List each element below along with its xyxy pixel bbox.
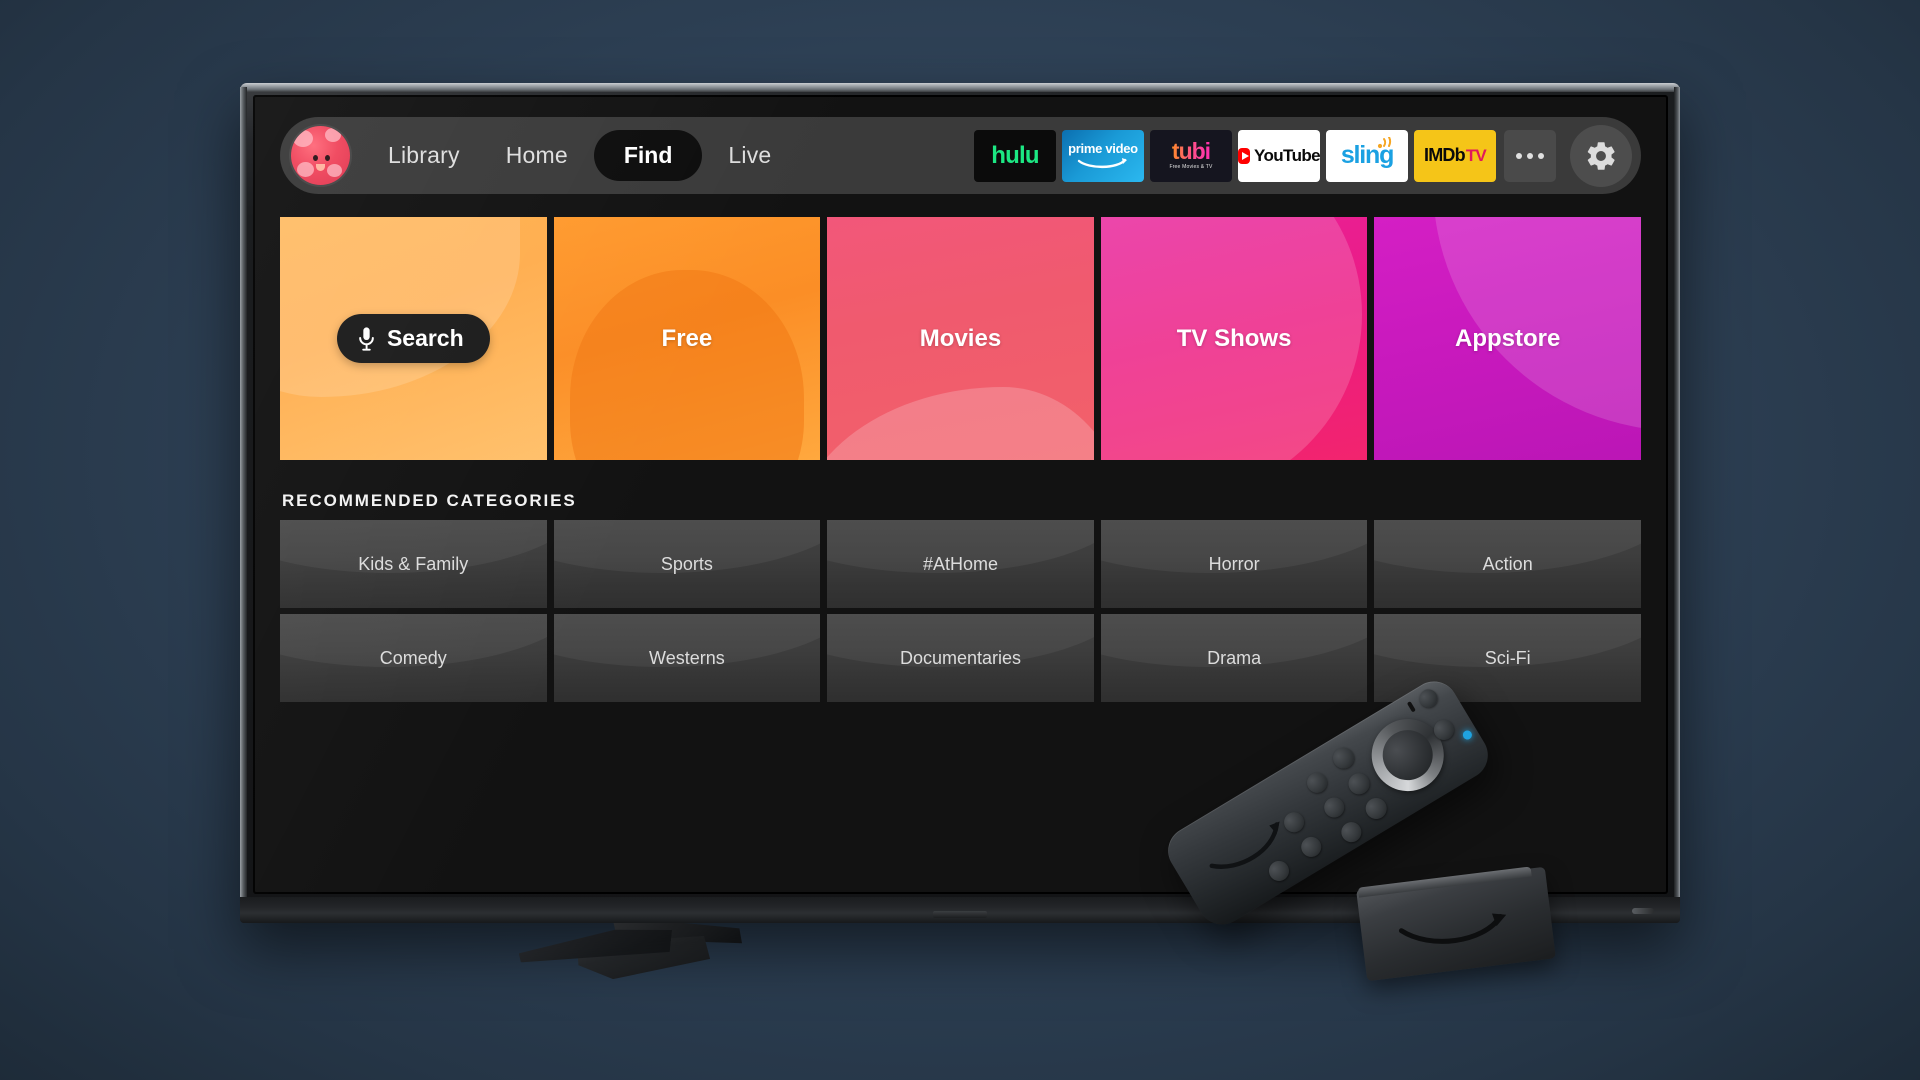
avatar-eye (325, 155, 330, 161)
tv-brand-notch (933, 911, 987, 918)
tile-decoration-blob (827, 387, 1094, 460)
settings-button[interactable] (1570, 124, 1632, 187)
bezel-right-highlight (1674, 87, 1680, 919)
tubi-logo-text: tubi (1171, 138, 1211, 165)
search-button-label: Search (386, 325, 464, 351)
feature-tile-tv-shows[interactable]: TV Shows (1100, 217, 1368, 460)
app-tile-imdb-tv[interactable]: IMDb TV (1414, 129, 1496, 182)
sling-signal-icon (1377, 136, 1392, 148)
tile-decoration-blob (569, 270, 805, 460)
category-tile-westerns[interactable]: Westerns (553, 614, 821, 702)
category-tile-athome[interactable]: #AtHome (827, 520, 1094, 608)
fire-tv-stick (1356, 866, 1556, 982)
feature-tile-label: Appstore (1455, 324, 1561, 352)
search-button[interactable]: Search (336, 314, 490, 363)
category-tile-drama[interactable]: Drama (1100, 614, 1368, 702)
avatar-blob (325, 128, 341, 142)
category-tile-sports[interactable]: Sports (553, 520, 821, 608)
recommended-categories-heading: RECOMMENDED CATEGORIES (282, 491, 577, 510)
gear-icon (1587, 141, 1615, 170)
hdmi-connector (1540, 894, 1575, 941)
top-navigation-bar: Library Home Find Live hulu prime video (280, 117, 1641, 194)
tubi-logo-subtitle: Free Movies & TV (1169, 163, 1213, 170)
overflow-menu-button[interactable] (1504, 129, 1556, 182)
bezel-top-highlight (240, 83, 1680, 92)
tile-decoration-blob (280, 217, 520, 397)
feature-tile-search[interactable]: Search (280, 217, 547, 460)
app-tile-prime-video[interactable]: prime video (1062, 129, 1144, 182)
feature-tile-label: TV Shows (1176, 324, 1292, 352)
youtube-logo-text: YouTube (1254, 145, 1320, 165)
category-tile-horror[interactable]: Horror (1100, 520, 1368, 608)
category-label: Kids & Family (358, 553, 469, 574)
fire-tv-accessories (1159, 672, 1615, 1080)
nav-item-library[interactable]: Library (368, 142, 480, 169)
ellipsis-dot (1527, 152, 1533, 159)
avatar-blob (297, 162, 314, 177)
ellipsis-dot (1516, 152, 1522, 159)
feature-tile-appstore[interactable]: Appstore (1374, 217, 1641, 460)
app-shortcut-row: hulu prime video tubi Free Movies & TV Y… (974, 124, 1632, 187)
ellipsis-dot (1538, 152, 1544, 159)
nav-item-home[interactable]: Home (486, 142, 588, 169)
category-label: Action (1482, 553, 1533, 574)
category-label: Sci-Fi (1484, 647, 1531, 668)
nav-item-live[interactable]: Live (708, 142, 791, 169)
category-label: Westerns (649, 647, 725, 668)
tv-stand (520, 916, 742, 1018)
feature-tile-free[interactable]: Free (553, 217, 821, 460)
remote-select-button[interactable] (1373, 720, 1443, 790)
category-label: Comedy (379, 647, 447, 668)
feature-tile-movies[interactable]: Movies (827, 217, 1094, 460)
avatar-eye (313, 155, 318, 161)
category-tile-comedy[interactable]: Comedy (280, 614, 547, 702)
app-tile-sling[interactable]: sling (1326, 129, 1408, 182)
app-tile-tubi[interactable]: tubi Free Movies & TV (1150, 129, 1232, 182)
prime-video-logo-text: prime video (1068, 141, 1138, 156)
category-tile-action[interactable]: Action (1374, 520, 1641, 608)
feature-tile-label: Free (661, 324, 713, 352)
category-label: Drama (1207, 647, 1262, 668)
microphone-icon (359, 326, 374, 351)
tv-status-led (1632, 908, 1654, 914)
profile-avatar[interactable] (291, 126, 350, 185)
feature-tile-row: Search Free Movies TV Shows Appstore (280, 217, 1641, 460)
avatar-blob (293, 130, 313, 147)
feature-tile-label: Movies (919, 324, 1002, 352)
avatar-blob (327, 164, 342, 177)
imdb-tv-suffix: TV (1465, 145, 1487, 165)
nav-links: Library Home Find Live (368, 130, 791, 181)
bezel-left-highlight (240, 87, 247, 919)
nav-item-find[interactable]: Find (593, 130, 703, 181)
app-tile-youtube[interactable]: YouTube (1238, 129, 1320, 182)
avatar-beak (316, 164, 325, 171)
hulu-logo-text: hulu (991, 141, 1039, 169)
category-label: Sports (660, 553, 713, 574)
app-tile-hulu[interactable]: hulu (974, 129, 1056, 182)
category-label: Horror (1208, 553, 1260, 574)
fire-tv-device: Library Home Find Live hulu prime video (0, 0, 1920, 1080)
imdb-logo-text: IMDb (1424, 145, 1466, 165)
category-label: Documentaries (899, 647, 1022, 668)
youtube-play-icon (1238, 147, 1250, 164)
amazon-smile-icon (1077, 158, 1127, 169)
category-tile-documentaries[interactable]: Documentaries (827, 614, 1094, 702)
category-label: #AtHome (922, 553, 999, 574)
category-tile-kids-family[interactable]: Kids & Family (280, 520, 547, 608)
